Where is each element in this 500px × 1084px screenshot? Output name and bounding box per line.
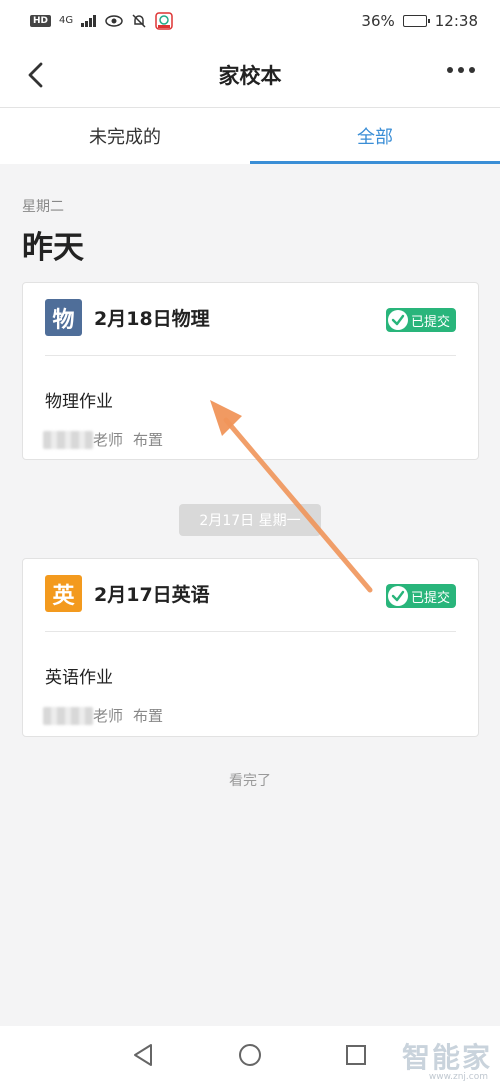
assign-label: 布置	[133, 707, 164, 725]
page-title: 家校本	[218, 63, 282, 88]
date-divider: 2月17日 星期一	[179, 504, 321, 536]
subject-icon-english: 英	[45, 575, 82, 612]
homework-card-english[interactable]: 英 2月17日英语 已提交 英语作业 老师 布置	[22, 558, 479, 737]
card-header: 物 2月18日物理	[45, 299, 210, 336]
section-weekday: 星期二	[22, 199, 64, 215]
status-bar: HD 4G 36% 12:38	[0, 0, 500, 42]
card-title: 2月17日英语	[94, 584, 210, 606]
clock: 12:38	[434, 12, 478, 30]
subject-icon-physics: 物	[45, 299, 82, 336]
watermark-url: www.znj.com	[428, 1072, 488, 1082]
check-circle-icon	[387, 586, 408, 606]
app-notification-icon	[155, 12, 173, 30]
recents-square-icon[interactable]	[343, 1042, 369, 1068]
card-divider	[45, 631, 456, 632]
system-nav-bar: 智能家 www.znj.com	[0, 1026, 500, 1084]
teacher-name-redacted	[43, 706, 93, 725]
tab-bar: 未完成的 全部	[0, 108, 500, 164]
submitted-badge: 已提交	[385, 308, 456, 332]
submitted-badge: 已提交	[385, 584, 456, 608]
check-circle-icon	[387, 310, 408, 330]
teacher-line: 老师 布置	[43, 705, 163, 726]
chevron-left-icon[interactable]	[22, 60, 52, 90]
battery-percent: 36%	[361, 12, 395, 30]
homework-card-physics[interactable]: 物 2月18日物理 已提交 物理作业 老师 布置	[22, 282, 479, 460]
more-horizontal-icon[interactable]	[446, 66, 476, 74]
homework-title: 英语作业	[45, 668, 113, 688]
tab-unfinished[interactable]: 未完成的	[0, 108, 250, 164]
battery-icon	[402, 15, 430, 27]
mute-bell-icon	[132, 14, 146, 28]
card-divider	[45, 355, 456, 356]
network-type: 4G	[59, 15, 74, 26]
back-triangle-icon[interactable]	[131, 1042, 157, 1068]
status-bar-right: 36% 12:38	[361, 12, 478, 30]
section-day: 昨天	[22, 230, 84, 266]
teacher-line: 老师 布置	[43, 429, 163, 450]
card-title: 2月18日物理	[94, 308, 210, 330]
badge-label: 已提交	[410, 590, 450, 606]
teacher-suffix: 老师	[93, 431, 124, 449]
card-header: 英 2月17日英语	[45, 575, 210, 612]
teacher-name-redacted	[43, 430, 93, 449]
watermark-logo: 智能家	[401, 1041, 492, 1074]
signal-icon	[81, 15, 97, 27]
homework-title: 物理作业	[45, 392, 113, 412]
home-circle-icon[interactable]	[237, 1042, 263, 1068]
nav-bar: 家校本	[0, 42, 500, 108]
end-of-list-text: 看完了	[229, 773, 271, 789]
tab-all[interactable]: 全部	[250, 108, 500, 164]
status-bar-left: HD 4G	[30, 12, 173, 30]
assign-label: 布置	[133, 431, 164, 449]
teacher-suffix: 老师	[93, 707, 124, 725]
eye-icon	[105, 15, 123, 27]
hd-icon: HD	[30, 15, 52, 27]
badge-label: 已提交	[410, 314, 450, 330]
